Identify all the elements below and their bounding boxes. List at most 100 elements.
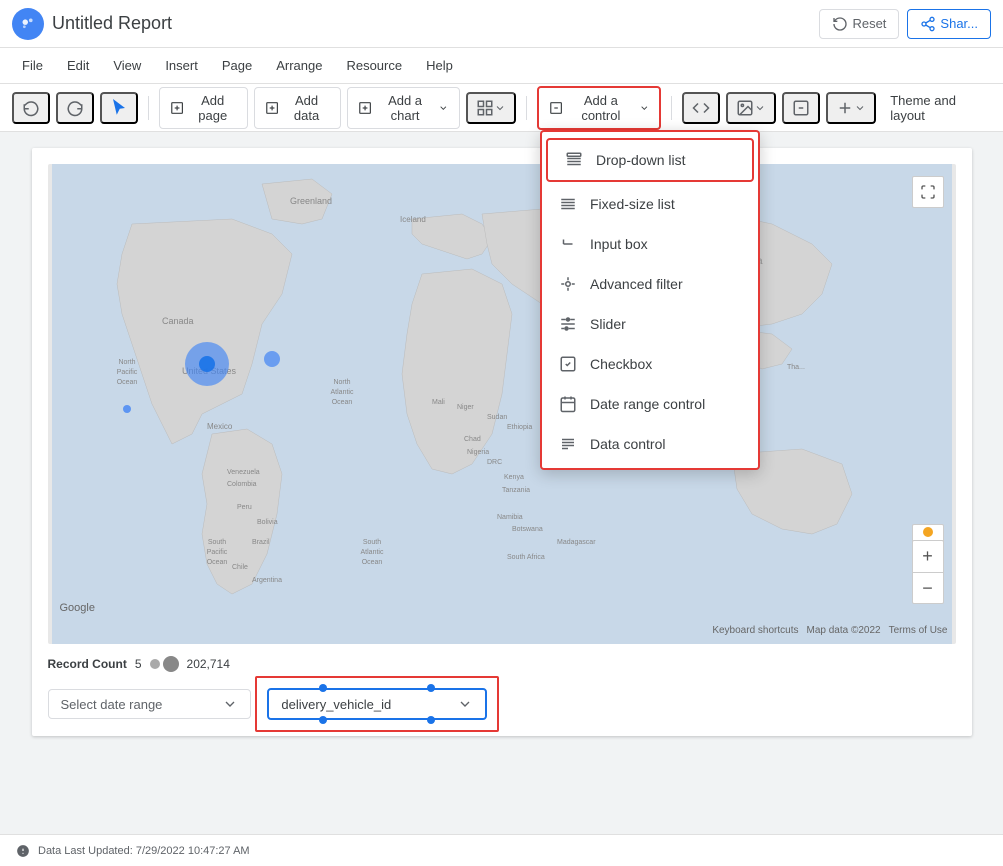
handle-tl — [319, 684, 327, 692]
legend-dot-small — [150, 659, 160, 669]
map-container: Russia Canada United States Mexico North… — [48, 164, 956, 644]
svg-text:Pacific: Pacific — [206, 549, 227, 556]
vehicle-dropdown-control[interactable]: delivery_vehicle_id — [267, 688, 487, 720]
slider-icon — [558, 314, 578, 334]
svg-text:Kenya: Kenya — [504, 474, 524, 481]
svg-text:Mali: Mali — [432, 399, 445, 406]
svg-text:Ethiopia: Ethiopia — [507, 424, 532, 431]
svg-text:DRC: DRC — [487, 459, 502, 466]
report-title: Untitled Report — [52, 13, 172, 34]
add-chart-button[interactable]: Add a chart — [347, 87, 460, 129]
svg-text:Venezuela: Venezuela — [227, 469, 260, 476]
info-icon — [16, 844, 30, 858]
menu-bar: File Edit View Insert Page Arrange Resou… — [0, 48, 1003, 84]
legend-bar: Record Count 5 202,714 — [48, 656, 956, 672]
menu-insert[interactable]: Insert — [155, 54, 208, 77]
theme-layout-text[interactable]: Theme and layout — [882, 88, 991, 128]
svg-text:Madagascar: Madagascar — [557, 539, 596, 546]
menu-resource[interactable]: Resource — [336, 54, 412, 77]
add-data-button[interactable]: Add data — [254, 87, 340, 129]
svg-text:Niger: Niger — [457, 404, 474, 411]
svg-text:Ocean: Ocean — [206, 559, 227, 566]
svg-text:Ocean: Ocean — [116, 379, 137, 386]
image-button[interactable] — [726, 92, 776, 124]
menu-help[interactable]: Help — [416, 54, 463, 77]
svg-text:Chile: Chile — [232, 564, 248, 571]
grid-button[interactable] — [466, 92, 516, 124]
svg-text:Ocean: Ocean — [331, 399, 352, 406]
zoom-controls: + − — [912, 540, 944, 604]
svg-text:North: North — [333, 379, 350, 386]
map-footer: Keyboard shortcuts Map data ©2022 Terms … — [712, 625, 947, 636]
selection-handles-top — [319, 684, 435, 692]
menu-item-input-box[interactable]: Input box — [542, 224, 758, 264]
svg-text:South: South — [362, 539, 380, 546]
app-logo — [12, 8, 44, 40]
add-control-button[interactable]: Add a control — [537, 86, 661, 130]
menu-page[interactable]: Page — [212, 54, 262, 77]
status-bar: Data Last Updated: 7/29/2022 10:47:27 AM — [0, 834, 1003, 866]
legend-dot-large — [163, 656, 179, 672]
google-watermark: Google — [60, 602, 95, 614]
menu-item-date-range-control[interactable]: Date range control — [542, 384, 758, 424]
toolbar-separator-3 — [671, 96, 672, 120]
toolbar: Add page Add data Add a chart Add a cont… — [0, 84, 1003, 132]
zoom-in-button[interactable]: + — [912, 540, 944, 572]
toolbar-separator-1 — [148, 96, 149, 120]
svg-text:Atlantic: Atlantic — [360, 549, 383, 556]
menu-item-data-control[interactable]: Data control — [542, 424, 758, 464]
svg-text:Canada: Canada — [162, 316, 194, 326]
date-range-control[interactable]: Select date range — [48, 689, 252, 719]
svg-text:Iceland: Iceland — [400, 215, 426, 224]
advanced-filter-icon — [558, 274, 578, 294]
svg-text:Namibia: Namibia — [497, 514, 523, 521]
canvas-area: Russia Canada United States Mexico North… — [0, 132, 1003, 834]
menu-item-checkbox[interactable]: Checkbox — [542, 344, 758, 384]
select-tool-button[interactable] — [100, 92, 138, 124]
handle-tr — [427, 684, 435, 692]
svg-text:Peru: Peru — [237, 504, 252, 511]
handle-br — [427, 716, 435, 724]
fullscreen-button[interactable] — [912, 176, 944, 208]
svg-text:South Africa: South Africa — [507, 554, 545, 561]
svg-text:Tha...: Tha... — [787, 364, 805, 371]
menu-item-dropdown-list[interactable]: Drop-down list — [546, 138, 754, 182]
svg-text:Tanzania: Tanzania — [502, 487, 530, 494]
svg-text:Botswana: Botswana — [512, 526, 543, 533]
controls-row: Select date range delivery_vehicle_id — [48, 688, 956, 720]
svg-text:South: South — [207, 539, 225, 546]
svg-text:Atlantic: Atlantic — [330, 389, 353, 396]
menu-view[interactable]: View — [103, 54, 151, 77]
menu-file[interactable]: File — [12, 54, 53, 77]
add-page-button[interactable]: Add page — [159, 87, 248, 129]
svg-text:Sudan: Sudan — [487, 414, 507, 421]
undo-button[interactable] — [12, 92, 50, 124]
code-button[interactable] — [682, 92, 720, 124]
menu-item-fixed-size-list[interactable]: Fixed-size list — [542, 184, 758, 224]
svg-text:North: North — [118, 359, 135, 366]
share-button[interactable]: Shar... — [907, 9, 991, 39]
menu-edit[interactable]: Edit — [57, 54, 99, 77]
reset-button[interactable]: Reset — [819, 9, 899, 39]
input-box-icon — [558, 234, 578, 254]
add-control-dropdown-menu: Drop-down list Fixed-size list Input box… — [540, 130, 760, 470]
shapes-button[interactable] — [826, 92, 876, 124]
text-button[interactable] — [782, 92, 820, 124]
map-controls — [912, 176, 944, 208]
top-bar: Untitled Report Reset Shar... — [0, 0, 1003, 48]
dropdown-wrapper: delivery_vehicle_id — [267, 688, 487, 720]
checkbox-icon — [558, 354, 578, 374]
selection-handles-bottom — [319, 716, 435, 724]
zoom-out-button[interactable]: − — [912, 572, 944, 604]
handle-bl — [319, 716, 327, 724]
svg-text:Colombia: Colombia — [227, 481, 257, 488]
top-actions: Reset Shar... — [819, 9, 991, 39]
report-canvas: Russia Canada United States Mexico North… — [32, 148, 972, 736]
data-control-icon — [558, 434, 578, 454]
redo-button[interactable] — [56, 92, 94, 124]
svg-text:Nigeria: Nigeria — [467, 449, 489, 456]
menu-item-slider[interactable]: Slider — [542, 304, 758, 344]
svg-text:Bolivia: Bolivia — [257, 519, 278, 526]
menu-item-advanced-filter[interactable]: Advanced filter — [542, 264, 758, 304]
menu-arrange[interactable]: Arrange — [266, 54, 332, 77]
